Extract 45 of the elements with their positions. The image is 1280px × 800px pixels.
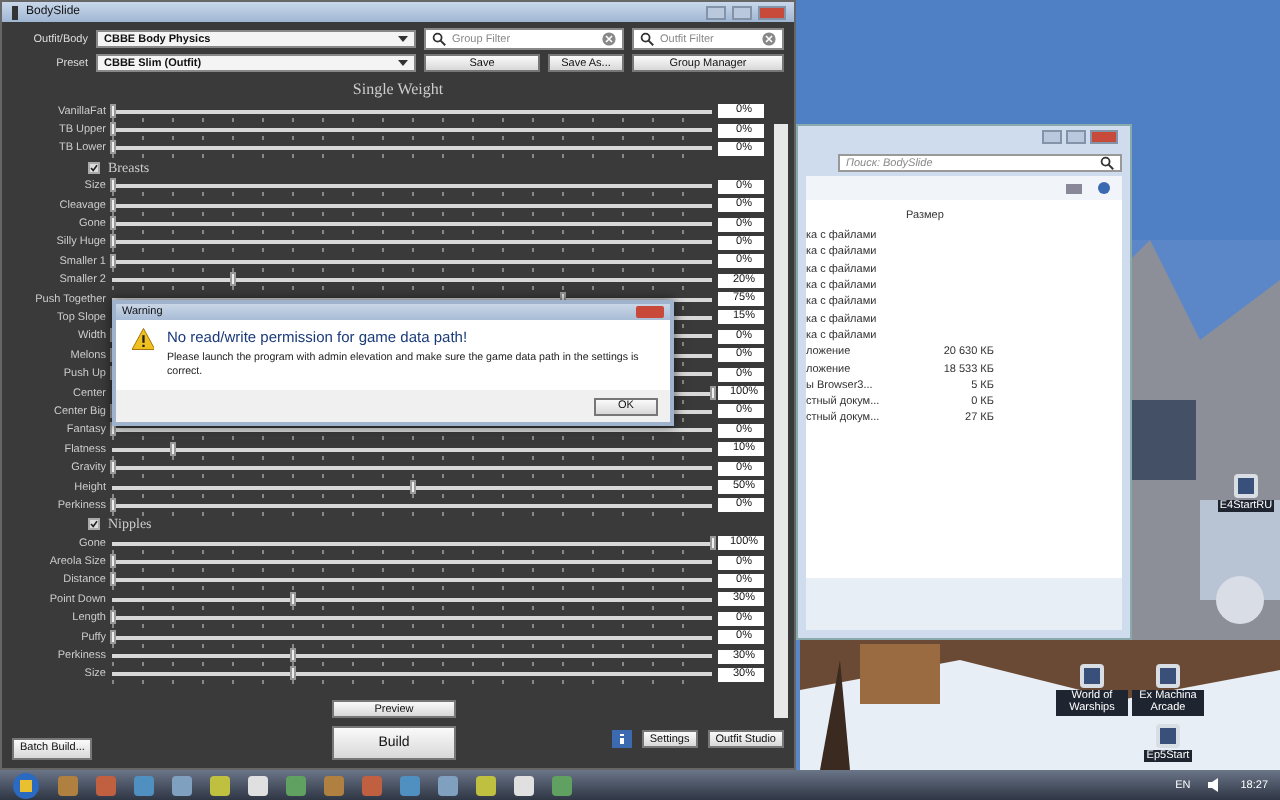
clear-icon[interactable] [762,32,776,46]
shortcut-icon[interactable] [1156,724,1180,748]
checkbox[interactable] [88,518,100,531]
slider-thumb[interactable] [230,272,236,287]
scrollbar[interactable] [774,124,788,718]
volume-icon[interactable] [1208,778,1223,792]
shortcut-icon[interactable] [1156,664,1180,688]
slider-thumb[interactable] [110,122,116,137]
slider-thumb[interactable] [110,234,116,249]
slider-thumb[interactable] [110,178,116,193]
slider-thumb[interactable] [110,572,116,587]
slider-thumb[interactable] [290,591,296,606]
help-icon[interactable] [1098,182,1110,194]
slider-thumb[interactable] [110,253,116,268]
slider-thumb[interactable] [110,497,116,512]
slider-thumb[interactable] [290,648,296,663]
slider-thumb[interactable] [110,103,116,118]
clear-icon[interactable] [602,32,616,46]
section-title: Single Weight [352,80,444,98]
search-icon [640,32,654,46]
search-icon [1100,156,1114,170]
slider-thumb[interactable] [170,441,176,456]
shortcut-icon[interactable] [1080,664,1104,688]
slider-thumb[interactable] [110,610,116,625]
slider-thumb[interactable] [290,666,296,681]
slider-thumb[interactable] [410,479,416,493]
slider-thumb[interactable] [710,535,716,550]
slider-thumb[interactable] [110,460,116,475]
slider-thumb[interactable] [110,140,116,155]
info-icon[interactable] [611,730,632,748]
slider-thumb[interactable] [710,385,716,400]
slider-thumb[interactable] [110,197,116,212]
search-icon [432,32,446,46]
app-icon [10,5,20,19]
checkbox[interactable] [88,161,100,174]
shortcut-icon[interactable] [1234,474,1258,498]
view-icon[interactable] [1066,183,1082,193]
close-button[interactable] [758,5,786,19]
slider-thumb[interactable] [110,216,116,231]
slider-thumb[interactable] [110,629,116,644]
caret-icon [398,36,408,42]
slider-thumb[interactable] [110,554,116,569]
caret-icon [398,60,408,66]
warning-icon [132,328,155,350]
start-icon[interactable] [12,771,40,799]
